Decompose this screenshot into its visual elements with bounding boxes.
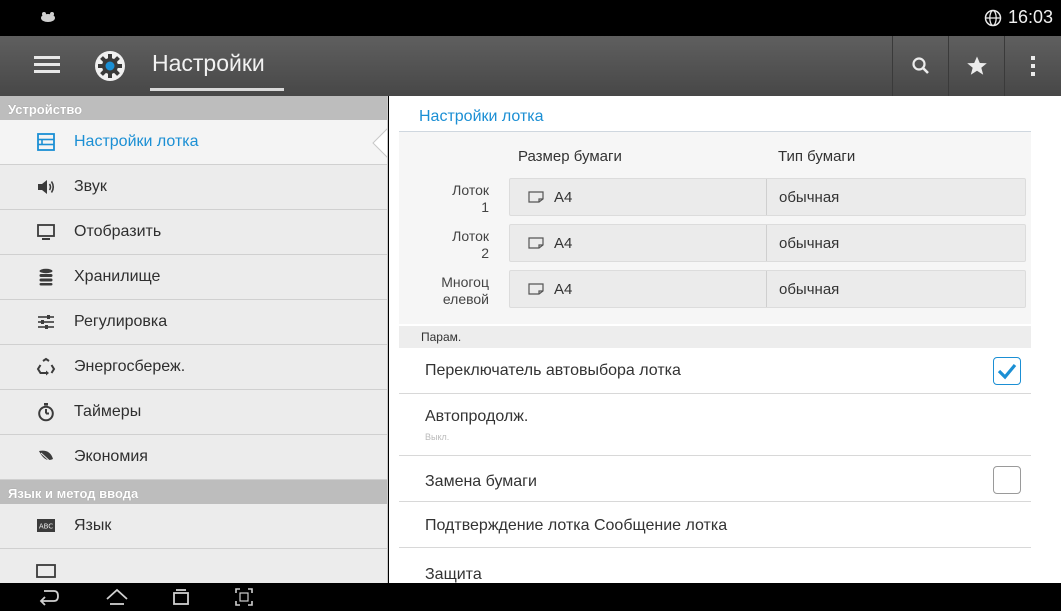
tray-label-1: Лоток 1 xyxy=(452,182,489,215)
status-bar: 16:03 xyxy=(0,0,1061,36)
selection-pointer xyxy=(372,128,387,158)
option-label: Замена бумаги xyxy=(425,473,537,490)
recent-apps-icon[interactable] xyxy=(170,587,192,607)
tray-label-2: Лоток 2 xyxy=(452,228,489,261)
checkmark-icon xyxy=(997,363,1017,380)
sidebar-item-sound[interactable]: Звук xyxy=(0,165,387,210)
recycle-icon xyxy=(36,357,56,376)
paper-substitution-checkbox[interactable] xyxy=(993,466,1021,494)
screenshot-icon[interactable] xyxy=(234,587,254,607)
sidebar-item-tray-settings[interactable]: Настройки лотка xyxy=(0,120,387,165)
sidebar-item-label: Хранилище xyxy=(74,268,161,285)
option-paper-substitution[interactable]: Замена бумаги xyxy=(399,456,1031,502)
paper-icon xyxy=(528,191,544,203)
globe-icon xyxy=(984,9,1002,26)
option-protection[interactable]: Защита xyxy=(399,548,1031,583)
keyboard-icon xyxy=(36,564,56,578)
navigation-bar xyxy=(0,583,1061,611)
gear-icon xyxy=(95,51,125,81)
favorite-button[interactable] xyxy=(948,36,1005,96)
paper-icon xyxy=(528,283,544,295)
search-button[interactable] xyxy=(892,36,949,96)
sidebar-item-adjustment[interactable]: Регулировка xyxy=(0,300,387,345)
sidebar-item-label: Энергосбереж. xyxy=(74,358,186,375)
panel-title: Настройки лотка xyxy=(419,108,544,125)
auto-tray-switch-checkbox[interactable] xyxy=(993,357,1021,385)
sidebar-item-label: Язык xyxy=(74,517,112,534)
sidebar-item-storage[interactable]: Хранилище xyxy=(0,255,387,300)
action-bar: Настройки xyxy=(0,36,1061,96)
tray-size-field[interactable]: A4 xyxy=(510,271,767,307)
notification-app-icon xyxy=(41,12,55,22)
stopwatch-icon xyxy=(38,403,54,422)
language-abc-icon: ABC xyxy=(37,519,55,532)
sliders-icon xyxy=(38,315,54,329)
sidebar-item-label: Звук xyxy=(74,178,107,195)
option-sublabel: Выкл. xyxy=(425,432,450,442)
tray-size-field[interactable]: A4 xyxy=(510,179,767,215)
column-header-paper-size: Размер бумаги xyxy=(518,148,622,165)
tray-label-mp: Многоц елевой xyxy=(441,274,489,307)
speaker-icon xyxy=(38,180,55,194)
tray-row-1[interactable]: A4 обычная xyxy=(509,178,1026,216)
sidebar: Устройство Настройки лотка Звук Отобрази… xyxy=(0,96,388,583)
home-icon[interactable] xyxy=(104,587,130,607)
sidebar-item-label: Экономия xyxy=(74,448,148,465)
column-header-paper-type: Тип бумаги xyxy=(778,148,856,165)
tray-type-field[interactable]: обычная xyxy=(767,179,839,215)
params-section-header: Парам. xyxy=(399,326,1031,348)
more-vert-icon xyxy=(1031,56,1035,76)
sidebar-item-keyboard[interactable] xyxy=(0,549,387,583)
paper-icon xyxy=(528,237,544,249)
sidebar-item-label: Настройки лотка xyxy=(74,133,199,150)
sidebar-item-economy[interactable]: Экономия xyxy=(0,435,387,480)
sidebar-item-display[interactable]: Отобразить xyxy=(0,210,387,255)
sidebar-item-label: Таймеры xyxy=(74,403,142,420)
svg-text:ABC: ABC xyxy=(39,523,53,531)
option-label: Подтверждение лотка Сообщение лотка xyxy=(425,517,728,534)
option-label: Защита xyxy=(425,566,482,583)
tray-settings-panel: Настройки лотка Размер бумаги Тип бумаги… xyxy=(389,96,1061,583)
app-title: Настройки xyxy=(152,50,265,76)
menu-icon[interactable] xyxy=(34,52,60,80)
sidebar-section-header-device: Устройство xyxy=(0,96,387,120)
tray-row-2[interactable]: A4 обычная xyxy=(509,224,1026,262)
star-icon xyxy=(967,56,987,75)
sidebar-item-language[interactable]: ABC Язык xyxy=(0,504,387,549)
option-label: Автопродолж. xyxy=(425,408,529,425)
overflow-menu-button[interactable] xyxy=(1004,36,1061,96)
database-icon xyxy=(39,268,53,286)
tray-type-field[interactable]: обычная xyxy=(767,271,839,307)
sidebar-item-label: Отобразить xyxy=(74,223,162,240)
option-label: Переключатель автовыбора лотка xyxy=(425,362,681,379)
sidebar-item-label: Регулировка xyxy=(74,313,168,330)
option-tray-confirmation[interactable]: Подтверждение лотка Сообщение лотка xyxy=(399,502,1031,548)
leaf-icon xyxy=(39,450,54,465)
sidebar-item-timers[interactable]: Таймеры xyxy=(0,390,387,435)
sidebar-item-energy-saving[interactable]: Энергосбереж. xyxy=(0,345,387,390)
tray-row-multipurpose[interactable]: A4 обычная xyxy=(509,270,1026,308)
tray-settings-icon xyxy=(37,133,55,151)
clock: 16:03 xyxy=(1007,7,1053,27)
tray-type-field[interactable]: обычная xyxy=(767,225,839,261)
back-icon[interactable] xyxy=(38,587,60,607)
search-icon xyxy=(912,57,929,74)
sidebar-section-header-language: Язык и метод ввода xyxy=(0,480,387,504)
monitor-icon xyxy=(37,224,55,240)
option-auto-tray-switch[interactable]: Переключатель автовыбора лотка xyxy=(399,348,1031,394)
tray-size-field[interactable]: A4 xyxy=(510,225,767,261)
title-underline xyxy=(150,88,284,91)
option-auto-continue[interactable]: Автопродолж. Выкл. xyxy=(399,394,1031,456)
